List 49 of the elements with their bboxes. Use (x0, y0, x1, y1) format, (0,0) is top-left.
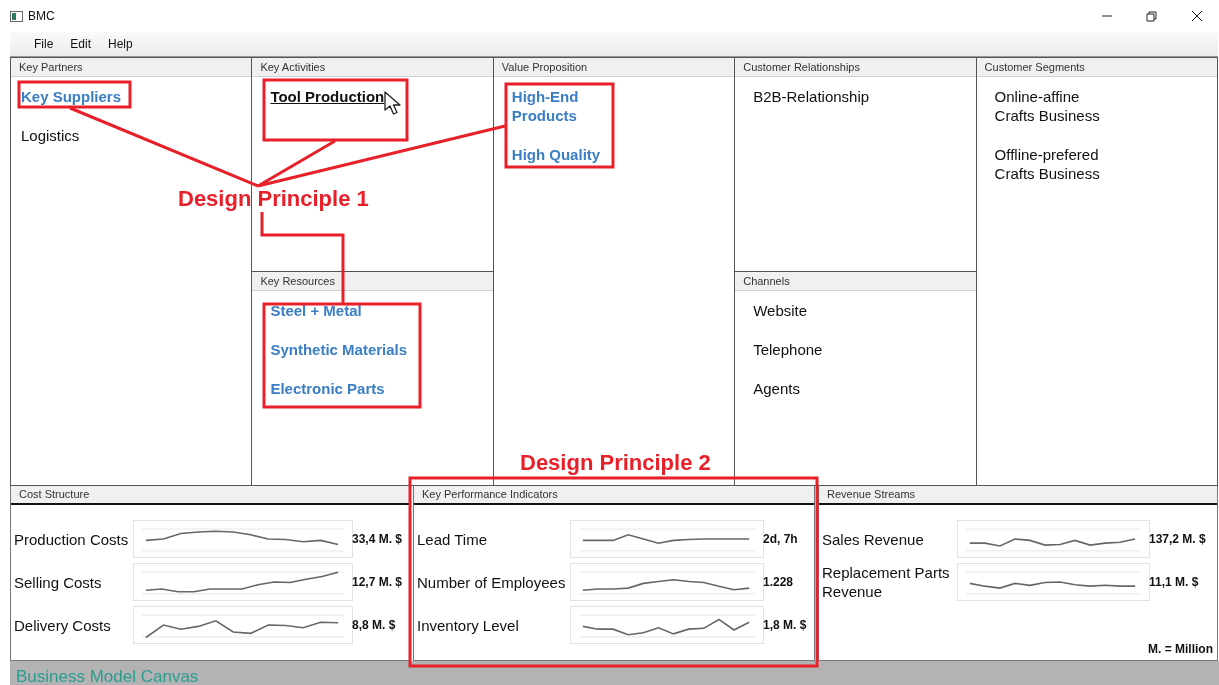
status-bar: Business Model Canvas (10, 661, 1219, 685)
panel-title: Channels (735, 272, 976, 291)
item-text: Website (753, 301, 808, 320)
metric-label: Sales Revenue (822, 529, 925, 549)
window-title: BMC (28, 9, 55, 23)
panel-title: Key Activities (252, 58, 493, 77)
panel-title: Customer Segments (976, 58, 1217, 77)
item-link[interactable]: Synthetic Materials (270, 340, 408, 359)
item-link[interactable]: High-End Products (511, 87, 579, 125)
legend-note: M. = Million (1148, 642, 1213, 656)
annotation-label: Design Principle 1 (178, 187, 369, 211)
item-link[interactable]: Steel + Metal (270, 301, 362, 320)
item-link[interactable]: High Quality (511, 145, 601, 164)
panel-title: Key Performance Indicators (414, 486, 814, 505)
item-text: Online-affine Crafts Business (994, 87, 1100, 125)
close-icon (1189, 10, 1204, 22)
metric-label: Selling Costs (14, 572, 103, 592)
metric-value: 137,2 M. $ (1149, 532, 1207, 546)
metric-value: 12,7 M. $ (352, 575, 404, 589)
metric-value: 1,8 M. $ (763, 618, 808, 632)
metric-label: Inventory Level (417, 615, 520, 635)
metric-label: Production Costs (14, 529, 130, 549)
menu-item[interactable]: File (24, 37, 61, 51)
metric-value: 11,1 M. $ (1149, 575, 1200, 589)
metric-value: 33,4 M. $ (352, 532, 404, 546)
menu-item[interactable]: Edit (60, 37, 99, 51)
item-link[interactable]: Electronic Parts (270, 379, 385, 398)
metric-label: Number of Employees (417, 572, 567, 592)
menu-item[interactable]: Help (98, 37, 140, 51)
item-text: Agents (753, 379, 800, 398)
item-text: B2B-Relationship (753, 87, 870, 106)
restore-icon (1144, 10, 1159, 22)
metric-value: 2d, 7h (763, 532, 799, 546)
panel-title: Customer Relationships (735, 58, 976, 77)
metric-label: Replacement Parts Revenue (822, 563, 951, 601)
metric-label: Lead Time (417, 529, 489, 549)
metric-value: 8,8 M. $ (352, 618, 397, 632)
annotation-label: Design Principle 2 (520, 451, 711, 475)
panel-title: Key Partners (11, 58, 252, 77)
panel-title: Key Resources (252, 272, 493, 291)
metric-label: Delivery Costs (14, 615, 112, 635)
item-text: Telephone (753, 340, 823, 359)
item-text: Logistics (21, 126, 80, 145)
panel-title: Cost Structure (11, 486, 409, 505)
panel-title: Revenue Streams (819, 486, 1217, 505)
metric-value: 1.228 (763, 575, 795, 589)
app-icon (10, 10, 23, 22)
panel-title: Value Proposition (493, 58, 735, 77)
item-text: Offline-prefered Crafts Business (994, 145, 1100, 183)
